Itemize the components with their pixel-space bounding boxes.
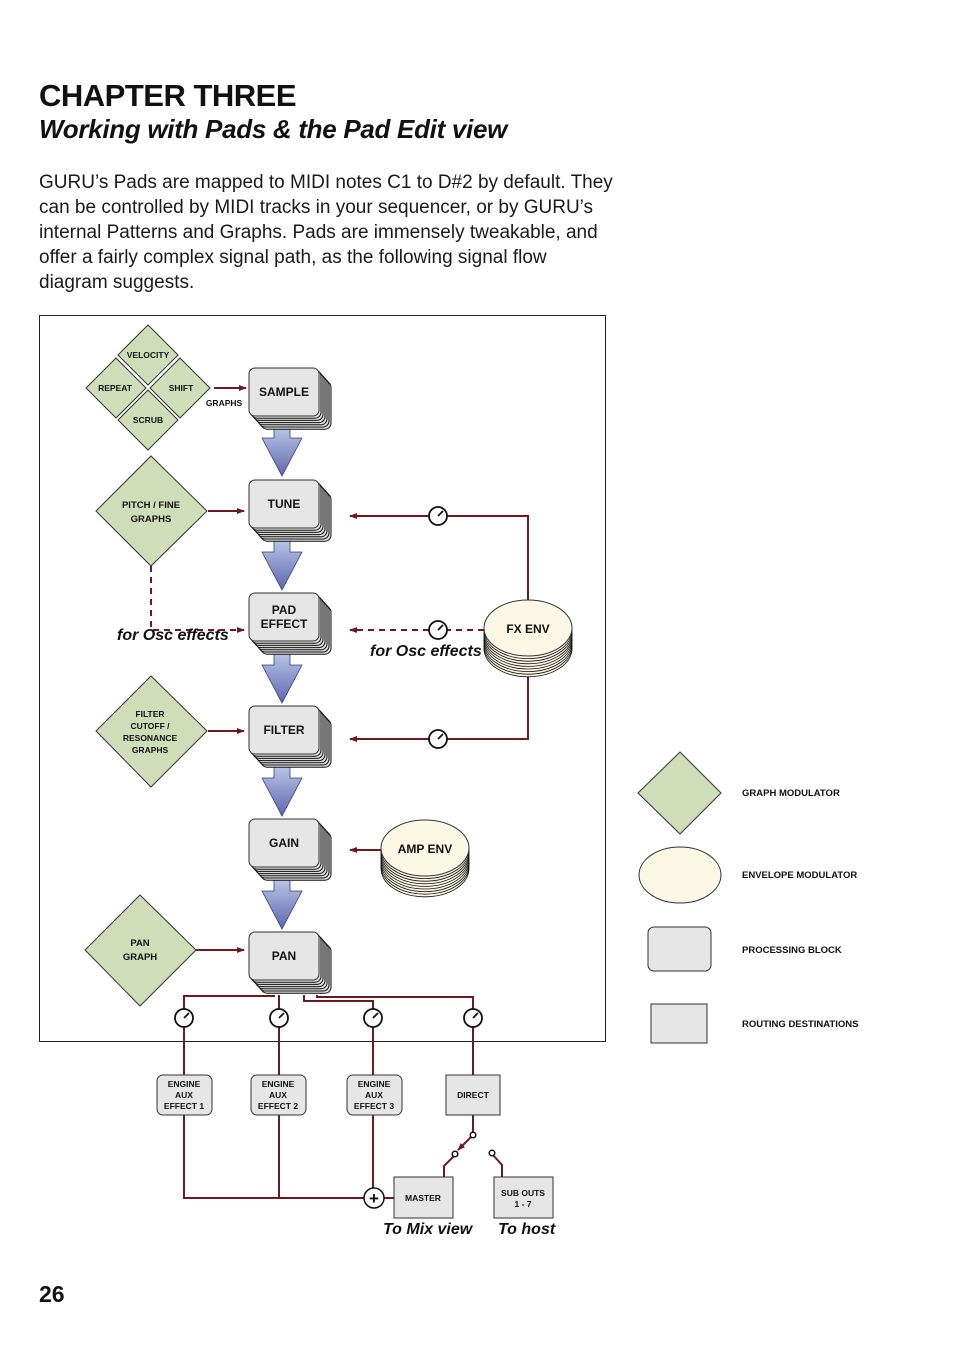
aux1-label-1: ENGINE xyxy=(168,1079,201,1089)
level-knob-icon[interactable] xyxy=(269,1008,289,1028)
legend-processing-block-label: PROCESSING BLOCK xyxy=(742,945,842,956)
summing-node-symbol: + xyxy=(369,1189,379,1208)
block-gain[interactable]: GAIN xyxy=(248,818,332,881)
pan-graph-label-1: PAN xyxy=(130,938,149,949)
filter-graph-diamond[interactable] xyxy=(95,675,208,788)
aux1-label-2: AUX xyxy=(175,1090,193,1100)
filter-graph-label-3: RESONANCE xyxy=(123,733,178,743)
block-pan[interactable]: PAN xyxy=(248,931,332,994)
aux3-label-2: AUX xyxy=(365,1090,383,1100)
output-switch xyxy=(451,1131,496,1158)
pitch-fine-graph-diamond[interactable] xyxy=(95,455,208,567)
legend-processing-block-swatch xyxy=(647,926,712,972)
pitch-fine-label-2: GRAPHS xyxy=(131,514,172,525)
aux3-label-3: EFFECT 3 xyxy=(354,1101,394,1111)
filter-graph-label-2: CUTOFF / xyxy=(130,721,170,731)
level-knob-icon[interactable] xyxy=(463,1008,483,1028)
aux2-label-3: EFFECT 2 xyxy=(258,1101,298,1111)
block-label: FILTER xyxy=(263,723,304,737)
aux3-label-1: ENGINE xyxy=(358,1079,391,1089)
sub-outs-label-2: 1 - 7 xyxy=(514,1199,531,1209)
filter-graph-label-4: GRAPHS xyxy=(132,745,169,755)
block-label: TUNE xyxy=(268,497,301,511)
pitch-fine-label-1: PITCH / FINE xyxy=(122,500,180,511)
level-knob-icon[interactable] xyxy=(174,1008,194,1028)
repeat-label: REPEAT xyxy=(98,383,133,393)
block-tune[interactable]: TUNE xyxy=(248,479,332,542)
envelope-amp-env[interactable]: AMP ENV xyxy=(380,819,470,898)
aux1-label-3: EFFECT 1 xyxy=(164,1101,204,1111)
legend: GRAPH MODULATOR ENVELOPE MODULATOR PROCE… xyxy=(637,751,858,1044)
block-sample[interactable]: SAMPLE xyxy=(248,367,332,430)
level-knob-icon[interactable] xyxy=(428,506,448,526)
level-knob-icon[interactable] xyxy=(363,1008,383,1028)
velocity-label: VELOCITY xyxy=(127,350,170,360)
envelope-label: AMP ENV xyxy=(398,842,452,856)
legend-routing-destinations-swatch xyxy=(650,1003,708,1044)
osc-effects-note-left: for Osc effects xyxy=(117,627,229,644)
legend-envelope-modulator-label: ENVELOPE MODULATOR xyxy=(742,870,857,881)
legend-graph-modulator-swatch xyxy=(637,751,722,835)
aux2-label-2: AUX xyxy=(269,1090,287,1100)
shift-label: SHIFT xyxy=(169,383,194,393)
block-pad-effect[interactable]: PADEFFECT xyxy=(248,592,332,655)
envelope-fx-env[interactable]: FX ENV xyxy=(483,599,573,678)
level-knob-icon[interactable] xyxy=(428,620,448,640)
scrub-label: SCRUB xyxy=(133,415,163,425)
sub-outs-label-1: SUB OUTS xyxy=(501,1188,545,1198)
aux2-label-1: ENGINE xyxy=(262,1079,295,1089)
block-label: EFFECT xyxy=(261,617,308,631)
legend-graph-modulator-label: GRAPH MODULATOR xyxy=(742,788,840,799)
direct-label: DIRECT xyxy=(457,1090,489,1100)
legend-routing-destinations-label: ROUTING DESTINATIONS xyxy=(742,1019,858,1030)
to-host-note: To host xyxy=(498,1221,556,1238)
pan-graph-diamond[interactable] xyxy=(84,894,197,1007)
block-label: PAN xyxy=(272,949,296,963)
block-label: SAMPLE xyxy=(259,385,309,399)
filter-graph-label-1: FILTER xyxy=(135,709,164,719)
block-label: GAIN xyxy=(269,836,299,850)
legend-envelope-modulator-swatch xyxy=(638,846,722,904)
signal-flow-diagram: VELOCITY REPEAT SHIFT SCRUB GRAPHS PITCH… xyxy=(39,315,858,1238)
block-label: PAD xyxy=(272,603,297,617)
page-number: 26 xyxy=(39,1281,65,1307)
level-knob-icon[interactable] xyxy=(428,729,448,749)
block-filter[interactable]: FILTER xyxy=(248,705,332,768)
to-mix-view-note: To Mix view xyxy=(383,1221,474,1238)
graphs-arrow-label: GRAPHS xyxy=(206,398,243,408)
envelope-label: FX ENV xyxy=(506,622,549,636)
master-label: MASTER xyxy=(405,1193,441,1203)
pan-graph-label-2: GRAPH xyxy=(123,952,157,963)
osc-effects-note-right: for Osc effects xyxy=(370,643,482,660)
